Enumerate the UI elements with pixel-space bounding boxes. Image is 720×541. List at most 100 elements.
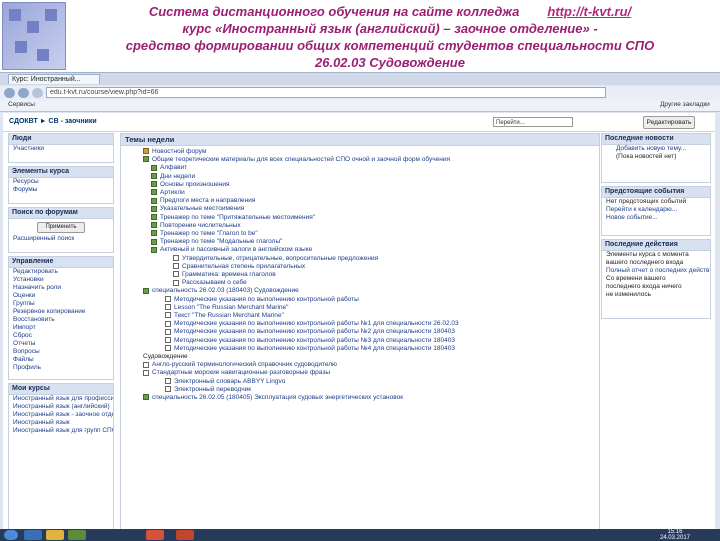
topic-link[interactable]: Предлоги места и направления: [143, 197, 599, 205]
admin-item[interactable]: Группы: [9, 300, 113, 308]
admin-item[interactable]: Файлы: [9, 356, 113, 364]
topic-link[interactable]: Тренажер по теме "Глагол to be": [143, 230, 599, 238]
topic-link[interactable]: Активный и пассивный залоги в английском…: [143, 246, 599, 254]
folder-icon: [143, 394, 149, 401]
folder-icon: [143, 287, 149, 294]
admin-item[interactable]: Резервное копирование: [9, 308, 113, 316]
topic-link[interactable]: Тренажер по теме "Притяжательные местоим…: [143, 214, 599, 222]
topic-link[interactable]: Артикли: [143, 189, 599, 197]
admin-item[interactable]: Оценки: [9, 292, 113, 300]
topic-link[interactable]: Тренажер по теме "Модальные глаголы": [143, 238, 599, 246]
bookmark-other[interactable]: Другие закладки: [660, 101, 710, 108]
admin-item[interactable]: Импорт: [9, 324, 113, 332]
my-courses-title: Мои курсы: [9, 384, 113, 395]
browser-tab[interactable]: Курс: Иностранный...: [8, 74, 100, 84]
weekly-topics-title: Темы недели: [121, 134, 599, 146]
topic-link[interactable]: Общие теоретические материалы для всех с…: [143, 156, 599, 164]
edit-mode-button[interactable]: Редактировать: [643, 116, 695, 129]
topic-link[interactable]: Электронный переводчик: [143, 386, 599, 394]
media-icon[interactable]: [68, 530, 86, 540]
slide-header: Система дистанционного обучения на сайте…: [0, 0, 720, 72]
jump-select[interactable]: Перейти...: [493, 117, 573, 127]
course-link[interactable]: Иностранный язык для групп СПО: [9, 427, 113, 435]
topic-link[interactable]: специальность 26.02.05 (180405) Эксплуат…: [143, 394, 599, 402]
admin-item[interactable]: Восстановить: [9, 316, 113, 324]
course-link[interactable]: Иностранный язык - заочное отделение: [9, 411, 113, 419]
topic-link[interactable]: Алфавит: [143, 164, 599, 172]
topic-link[interactable]: Утвердительные, отрицательные, вопросите…: [143, 255, 599, 263]
start-icon[interactable]: [4, 530, 18, 540]
topic-link[interactable]: Стандартные морские навигационные разгов…: [143, 369, 599, 377]
topic-link[interactable]: Указательные местоимения: [143, 205, 599, 213]
topic-link[interactable]: Текст "The Russian Merchant Marine": [143, 312, 599, 320]
topic-link[interactable]: Методические указания по выполнению конт…: [143, 296, 599, 304]
topic-link[interactable]: Основы произношения: [143, 181, 599, 189]
topic-link[interactable]: Методические указания по выполнению конт…: [143, 320, 599, 328]
url-input[interactable]: [46, 87, 606, 98]
admin-item[interactable]: Редактировать: [9, 268, 113, 276]
document-icon: [173, 271, 179, 278]
admin-item[interactable]: Назначить роли: [9, 284, 113, 292]
folder-icon: [151, 189, 157, 196]
topic-link[interactable]: Сравнительная степень прилагательных: [143, 263, 599, 271]
college-url-link[interactable]: http://t-kvt.ru/: [547, 4, 631, 19]
ie-icon[interactable]: [24, 530, 42, 540]
admin-item[interactable]: Профиль: [9, 364, 113, 372]
topic-link[interactable]: Дни недели: [143, 173, 599, 181]
participants-link[interactable]: Участники: [9, 145, 113, 153]
full-report-link[interactable]: Полный отчет о последних действиях: [602, 267, 710, 275]
no-events-text: Нет предстоящих событий: [606, 198, 687, 205]
course-link[interactable]: Иностранный язык для профессии: [9, 395, 113, 403]
back-icon[interactable]: [4, 88, 15, 98]
chrome-icon[interactable]: [146, 530, 164, 540]
admin-item[interactable]: Сброс: [9, 332, 113, 340]
latest-news-block: Последние новости Добавить новую тему...…: [601, 133, 711, 183]
topic-link[interactable]: Электронный словарь ABBYY Lingvo: [143, 378, 599, 386]
topic-link[interactable]: Методические указания по выполнению конт…: [143, 345, 599, 353]
search-apply-button[interactable]: Применить: [37, 222, 85, 233]
reload-icon[interactable]: [32, 88, 43, 98]
forward-icon[interactable]: [18, 88, 29, 98]
calendar-link[interactable]: Перейти к календарю...: [602, 206, 710, 214]
topic-link[interactable]: Lesson "The Russian Merchant Marine": [143, 304, 599, 312]
add-topic-link[interactable]: Добавить новую тему...: [602, 145, 710, 153]
folder-icon: [151, 246, 157, 253]
topic-link[interactable]: Грамматика: времена глаголов: [143, 271, 599, 279]
course-link[interactable]: Иностранный язык (английский): [9, 403, 113, 411]
document-icon: [165, 312, 171, 319]
resources-link[interactable]: Ресурсы: [9, 178, 113, 186]
document-icon: [165, 336, 171, 343]
clock-date: 24.03.2017: [659, 535, 690, 541]
new-event-link[interactable]: Новое событие...: [602, 214, 710, 222]
course-link[interactable]: Иностранный язык: [9, 419, 113, 427]
topic-link[interactable]: Методические указания по выполнению конт…: [143, 337, 599, 345]
admin-item[interactable]: Вопросы: [9, 348, 113, 356]
admin-item[interactable]: Установки: [9, 276, 113, 284]
recent-text: Элементы курса с момента: [606, 251, 689, 258]
topic-link[interactable]: Рассказываем о себе: [143, 279, 599, 287]
topic-link[interactable]: Новостной форум: [143, 148, 599, 156]
topic-link[interactable]: специальность 26.02.03 (180403) Судовожд…: [143, 287, 599, 295]
forums-link[interactable]: Форумы: [9, 186, 113, 194]
admin-item[interactable]: Отчеты: [9, 340, 113, 348]
bookmark-services[interactable]: Сервисы: [8, 101, 35, 108]
bookmarks-bar: Сервисы Другие закладки: [0, 100, 720, 112]
explorer-icon[interactable]: [46, 530, 64, 540]
document-icon: [173, 263, 179, 270]
document-icon: [165, 328, 171, 335]
advanced-search-link[interactable]: Расширенный поиск: [9, 235, 113, 243]
moodle-page: СДОКВТ ► СВ - заочники Перейти... Редакт…: [3, 113, 715, 537]
folder-icon: [151, 238, 157, 245]
slide-title-line-2: курс «Иностранный язык (английский) – за…: [182, 21, 598, 36]
browser-window: Курс: Иностранный... Сервисы Другие закл…: [0, 72, 720, 541]
recent-text: вашего последнего входа: [606, 259, 684, 266]
topic-link[interactable]: Англо-русский терминологический справочн…: [143, 361, 599, 369]
document-icon: [165, 377, 171, 384]
topic-link[interactable]: Методические указания по выполнению конт…: [143, 328, 599, 336]
document-icon: [173, 254, 179, 261]
navigation-bar: СДОКВТ ► СВ - заочники Перейти... Редакт…: [3, 113, 715, 132]
breadcrumb[interactable]: СДОКВТ ► СВ - заочники: [9, 118, 97, 125]
topic-link[interactable]: Повторение числительных: [143, 222, 599, 230]
powerpoint-icon[interactable]: [176, 530, 194, 540]
search-forums-title: Поиск по форумам: [9, 208, 113, 219]
